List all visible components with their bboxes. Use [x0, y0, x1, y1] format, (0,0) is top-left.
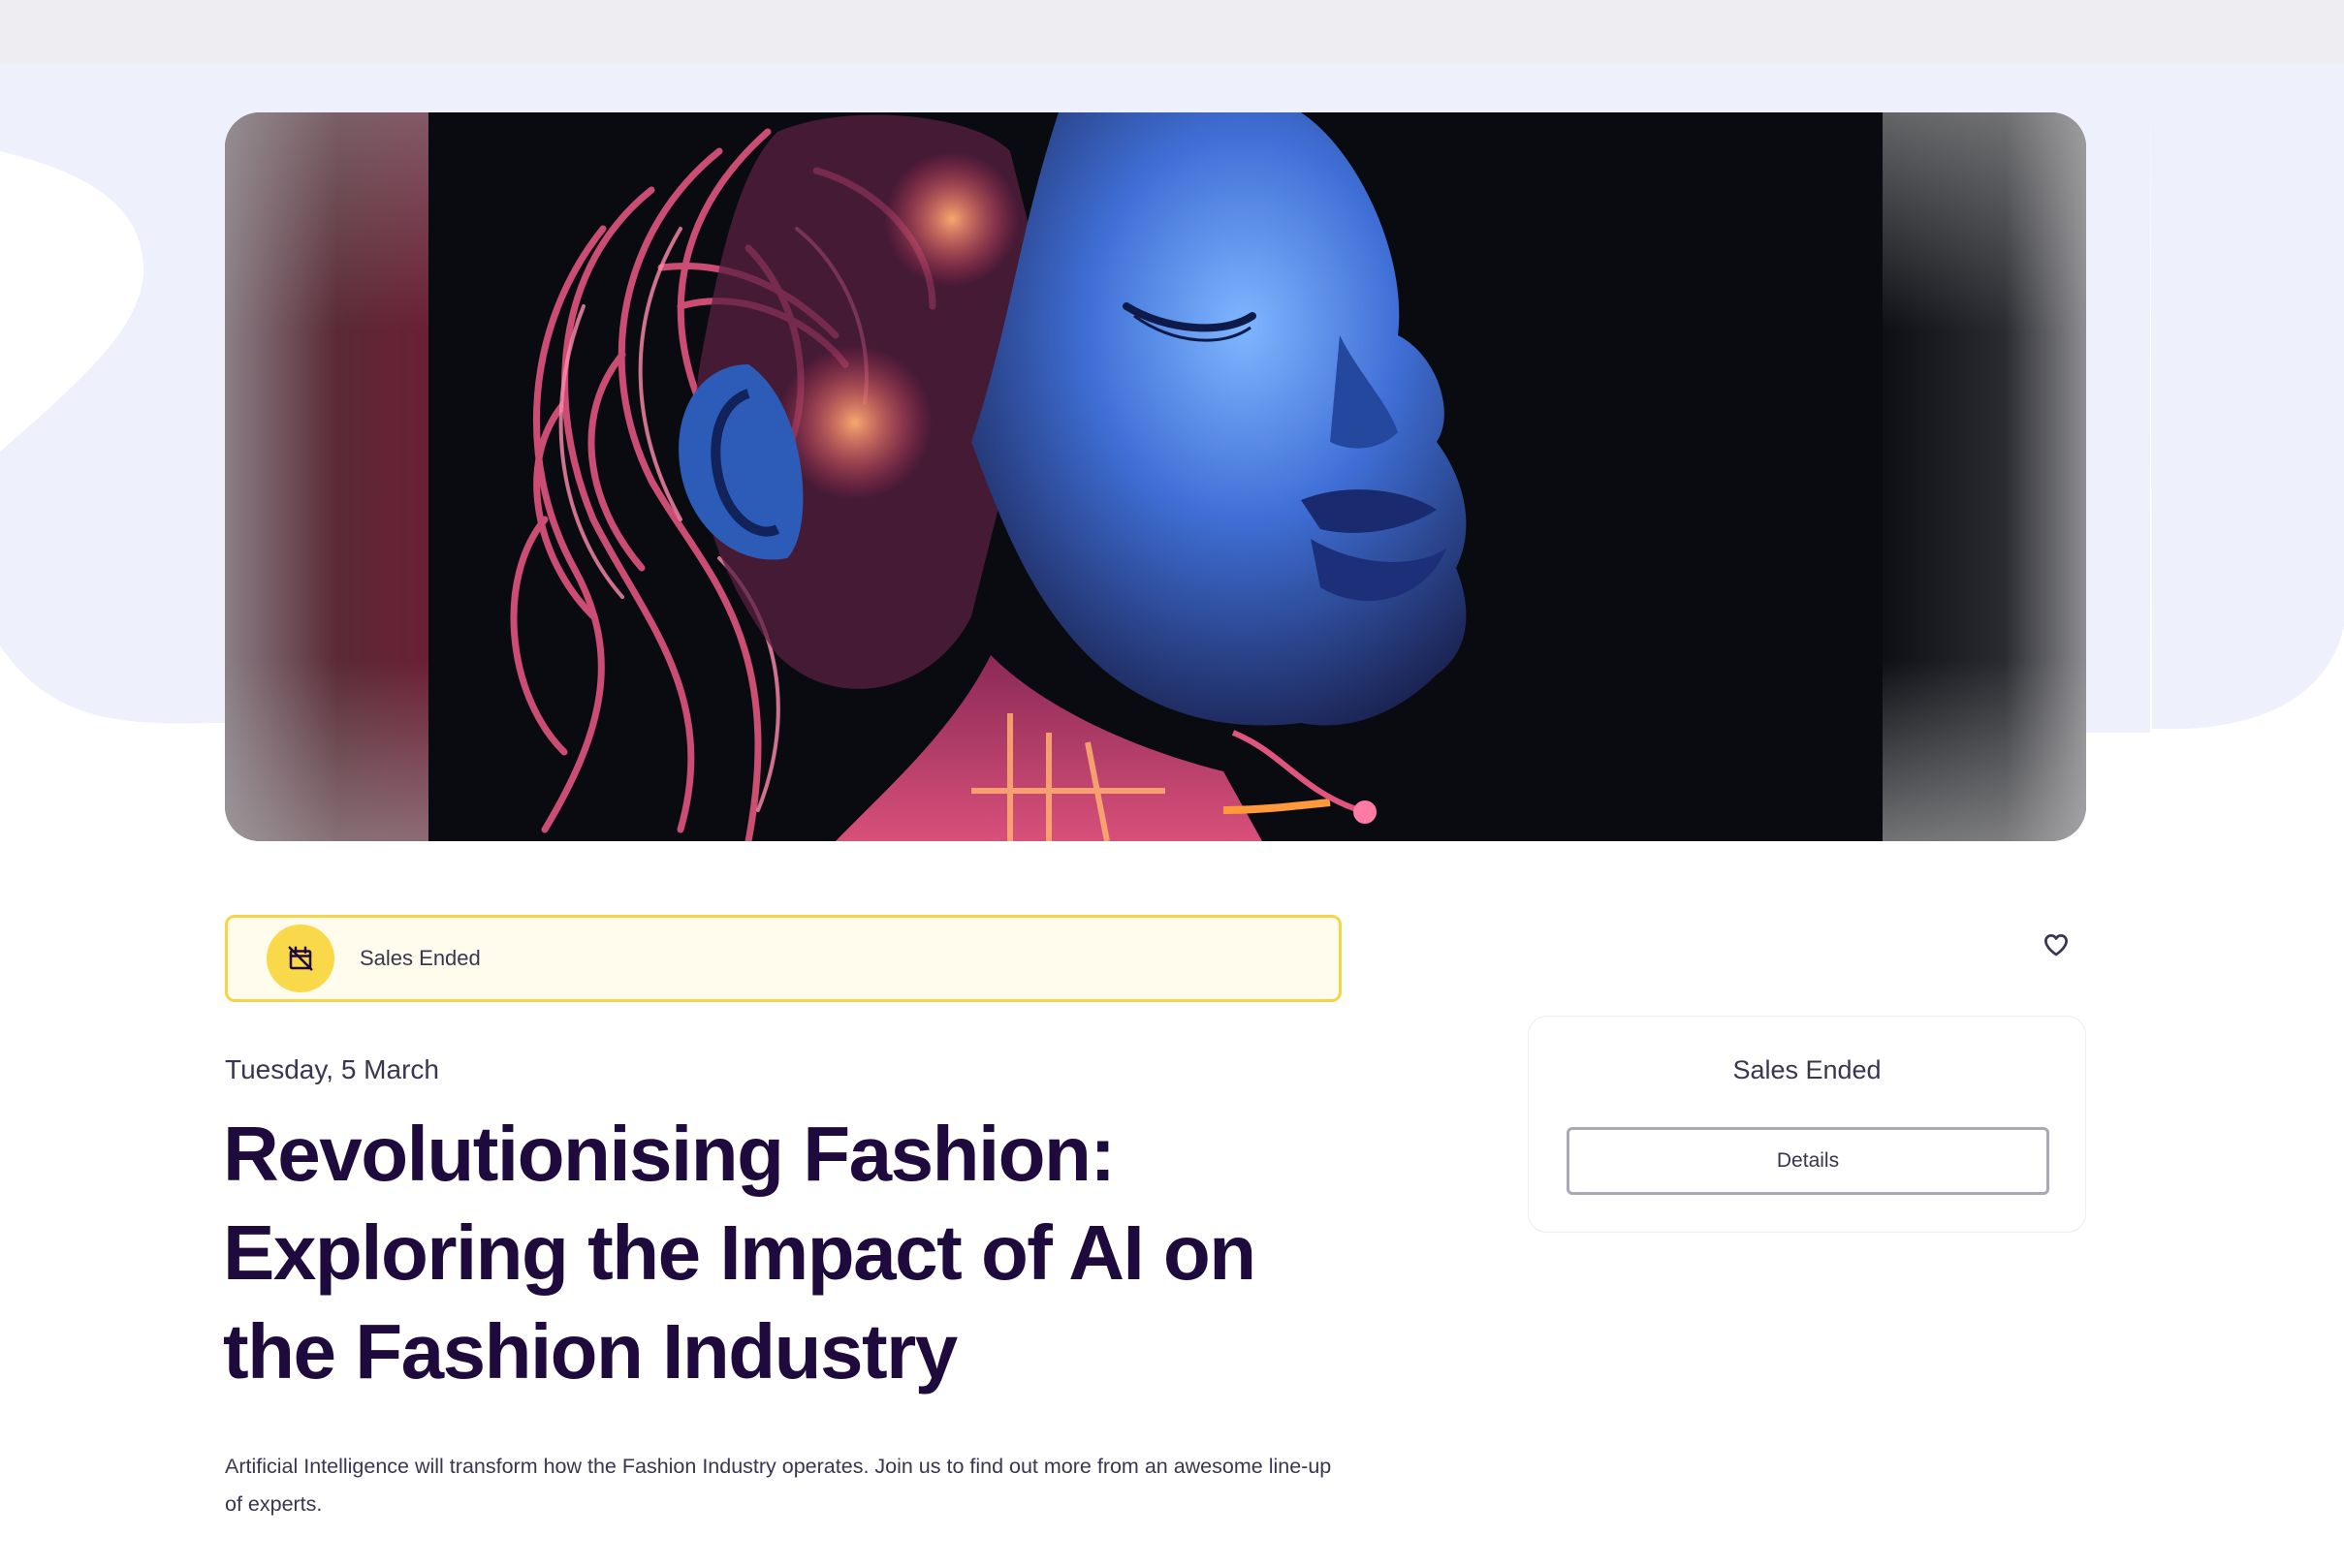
sales-ended-banner: Sales Ended: [225, 915, 1342, 1002]
calendar-off-icon: [267, 925, 334, 992]
ticket-status-text: Sales Ended: [1732, 1055, 1882, 1084]
ticket-card: Sales Ended Details: [1528, 1016, 2086, 1233]
event-date: Tuesday, 5 March: [225, 1054, 439, 1084]
hero-blur-left: [225, 112, 428, 841]
hero-blur-right: [1883, 112, 2086, 841]
event-hero-image: [225, 112, 2086, 841]
details-button[interactable]: Details: [1567, 1127, 2049, 1195]
heart-outline-icon: [2044, 934, 2068, 956]
event-page: Sales Ended Tuesday, 5 March Revolutioni…: [0, 0, 2344, 1568]
event-summary: Artificial Intelligence will transform h…: [225, 1455, 1332, 1516]
hero-artwork: [428, 112, 1883, 841]
top-bar: [0, 0, 2344, 64]
event-title: Revolutionising Fashion: Exploring the I…: [223, 1111, 1256, 1395]
sales-status-text: Sales Ended: [360, 946, 481, 970]
like-button[interactable]: [2040, 928, 2073, 961]
